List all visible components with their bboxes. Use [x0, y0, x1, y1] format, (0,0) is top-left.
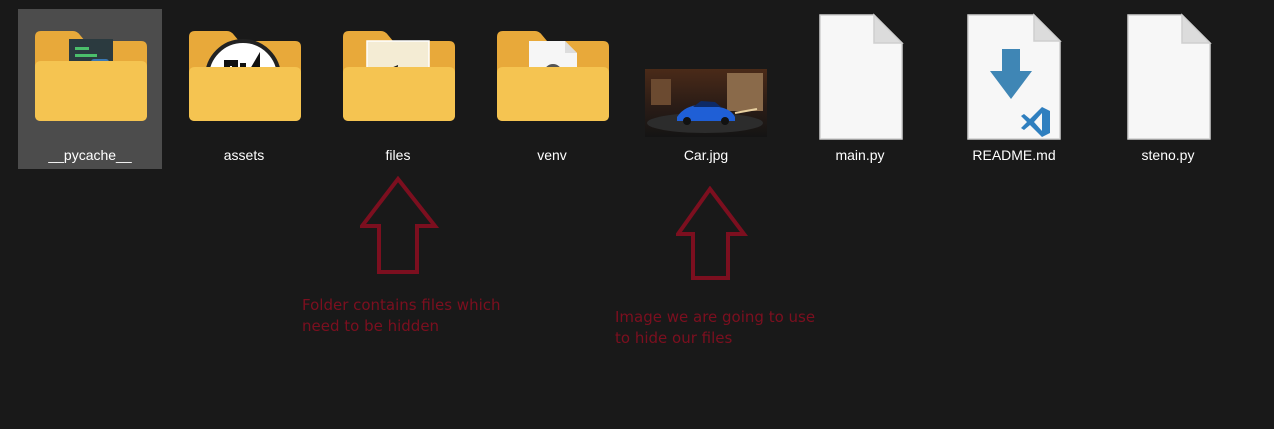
annotation-line: Folder contains files which [302, 296, 501, 314]
folder-icon [189, 31, 301, 121]
folder-icon [497, 31, 609, 121]
item-label: Car.jpg [683, 147, 729, 163]
folder-venv[interactable]: venv [480, 9, 624, 169]
file-icon [819, 13, 904, 140]
up-arrow-icon [676, 186, 748, 280]
item-label: __pycache__ [48, 147, 132, 163]
annotation-note-image: Image we are going to use to hide our fi… [615, 307, 815, 349]
folder-pycache[interactable]: __pycache__ [18, 9, 162, 169]
item-label: venv [537, 147, 567, 163]
file-main-py[interactable]: main.py [788, 9, 932, 169]
folder-icon [35, 31, 147, 121]
item-label: README.md [972, 147, 1056, 163]
folder-assets[interactable]: assets [172, 9, 316, 169]
file-steno-py[interactable]: steno.py [1096, 9, 1240, 169]
item-label: assets [223, 147, 265, 163]
file-readme-md[interactable]: README.md [942, 9, 1086, 169]
file-icon [1127, 13, 1212, 140]
annotation-line: Image we are going to use [615, 308, 816, 326]
folder-icon [343, 31, 455, 121]
item-label: files [385, 147, 411, 163]
item-label: steno.py [1141, 147, 1195, 163]
file-car-jpg[interactable]: Car.jpg [634, 9, 778, 169]
up-arrow-icon [360, 176, 440, 274]
annotation-line: need to be hidden [302, 317, 440, 335]
annotation-note-folder: Folder contains files which need to be h… [302, 295, 501, 337]
item-label: main.py [835, 147, 885, 163]
vscode-file-icon [967, 13, 1062, 140]
image-thumbnail [645, 69, 767, 137]
annotation-line: to hide our files [615, 329, 733, 347]
folder-files[interactable]: files [326, 9, 470, 169]
